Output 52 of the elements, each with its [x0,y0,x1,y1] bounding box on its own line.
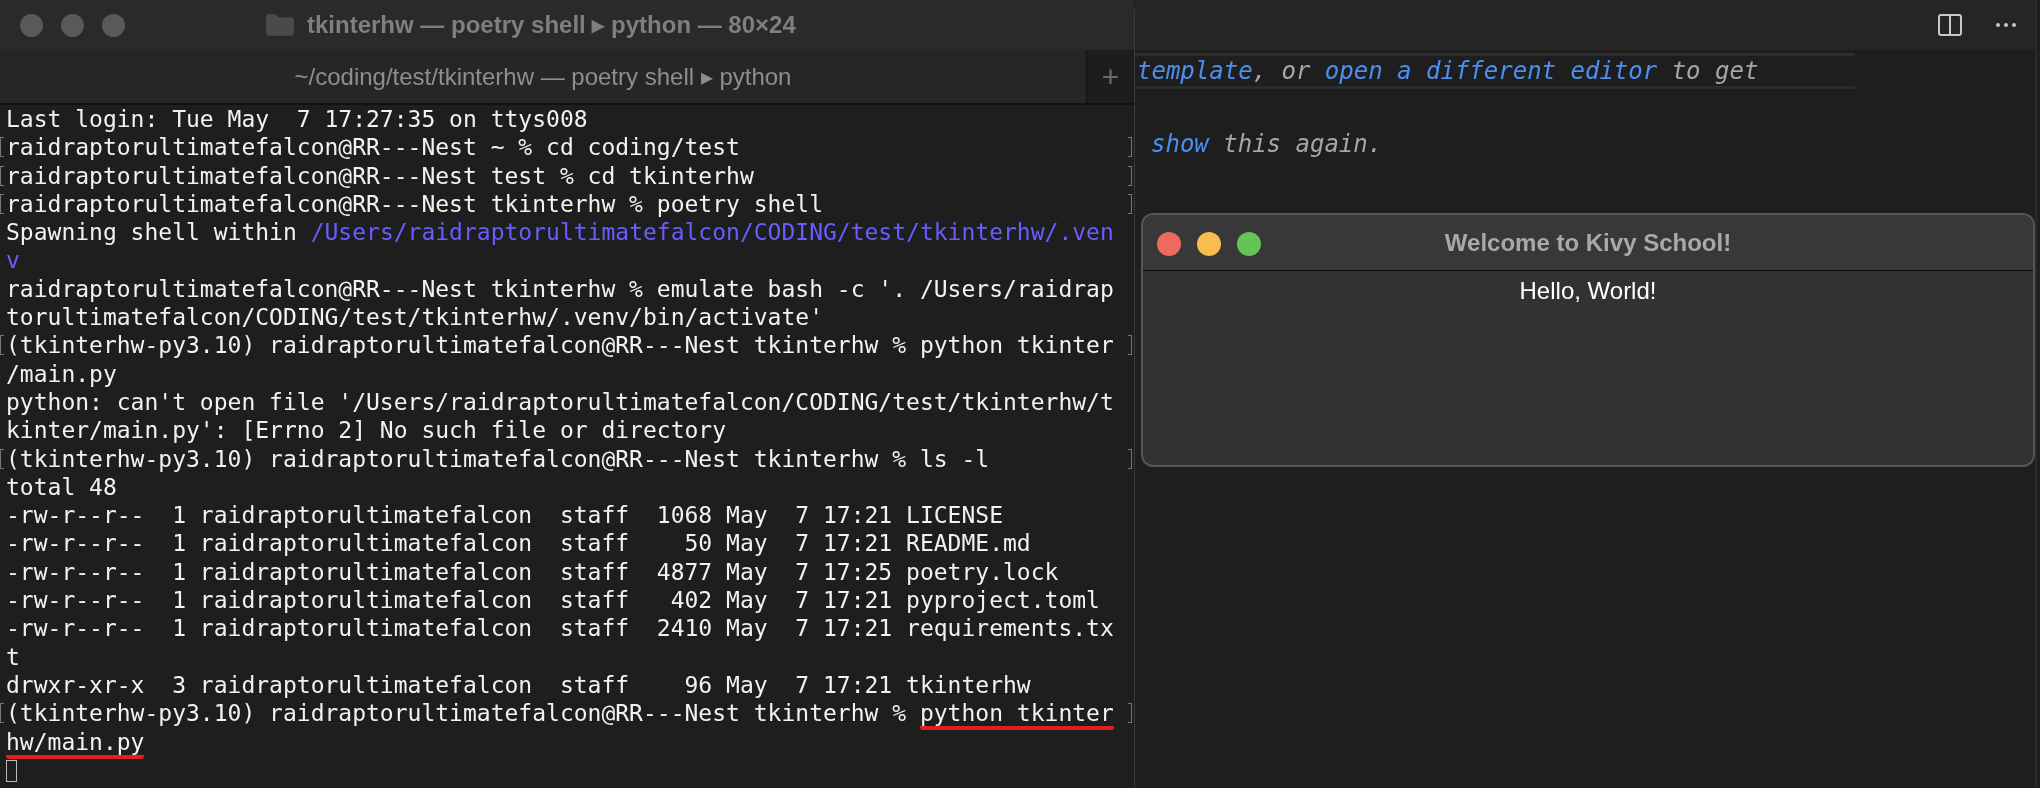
prompt-mark [0,448,4,469]
prompt-mark [1128,193,1132,214]
prompt-mark [1128,165,1132,186]
editor-text: to get [1670,57,1759,85]
terminal-text: raidraptorultimatefalcon@RR---Nest tkinterhw % emulate bash -c '. /Users/raidrap [6,275,1114,302]
terminal-text: raidraptorultimatefalcon@RR---Nest test % cd tkinterhw [6,162,754,189]
split-editor-icon[interactable] [1937,12,1963,38]
underlined-command: python tkinter [919,700,1114,731]
text-cursor [6,760,17,783]
zoom-button[interactable] [1237,232,1261,256]
close-button[interactable] [1157,232,1181,256]
terminal-text: (tkinterhw-py3.10) raidraptorultimatefalcon@RR---Nest tkinterhw % python tkinter [6,332,1114,359]
terminal-text: kinter/main.py': [Errno 2] No such file or directory [6,417,727,444]
terminal-text: -rw-r--r-- 1 raidraptorultimatefalcon staff 1068 May 7 17:21 LICENSE [6,502,1003,529]
terminal-text: torultimatefalcon/CODING/test/tkinterhw/.venv/bin/activate' [6,304,823,331]
terminal-tab[interactable]: ~/coding/test/tkinterhw — poetry shell ▸ python [0,50,1086,103]
folder-icon [265,13,295,37]
terminal-text: python: can't open file '/Users/raidraptorultimatefalcon/CODING/test/tkinterhw/t [6,388,1114,415]
prompt-mark [1128,703,1132,724]
prompt-mark [1128,335,1132,356]
terminal-text: drwxr-xr-x 3 raidraptorultimatefalcon staff 96 May 7 17:21 tkinterhw [6,671,1031,698]
editor-link[interactable]: open a different editor [1324,57,1658,85]
terminal-text: -rw-r--r-- 1 raidraptorultimatefalcon staff 50 May 7 17:21 README.md [6,530,1031,557]
terminal-text: raidraptorultimatefalcon@RR---Nest tkinterhw % poetry shell [6,190,823,217]
editor-text: , or [1252,57,1312,85]
minimize-button[interactable] [1197,232,1221,256]
new-tab-button[interactable]: + [1086,50,1134,103]
prompt-mark [0,703,4,724]
editor-text: this again. [1222,130,1383,158]
editor-link[interactable]: show [1151,130,1209,158]
terminal-text: total 48 [6,473,117,500]
window-title: Welcome to Kivy School! [1444,228,1732,257]
terminal-text: (tkinterhw-py3.10) raidraptorultimatefalcon@RR---Nest tkinterhw % ls -l [6,445,990,472]
terminal-text: raidraptorultimatefalcon@RR---Nest ~ % cd coding/test [6,134,740,161]
window-title: tkinterhw — poetry shell ▸ python — 80×24 [307,11,796,39]
terminal-text: t [6,643,20,670]
prompt-mark [0,165,4,186]
hello-label: Hello, World! [1519,277,1657,305]
terminal-text: Spawning shell within [6,219,298,246]
prompt-mark [0,335,4,356]
terminal-text: -rw-r--r-- 1 raidraptorultimatefalcon staff 402 May 7 17:21 pyproject.toml [6,587,1100,614]
underlined-command: hw/main.py [6,728,145,759]
prompt-mark [1128,448,1132,469]
terminal-text: Last login: Tue May 7 17:27:35 on ttys008 [6,106,588,132]
terminal-text: -rw-r--r-- 1 raidraptorultimatefalcon staff 2410 May 7 17:21 requirements.tx [6,615,1114,642]
terminal-text: /main.py [6,360,117,387]
prompt-mark [1128,137,1132,158]
prompt-mark [0,193,4,214]
terminal-text: (tkinterhw-py3.10) raidraptorultimatefalcon@RR---Nest tkinterhw % [6,700,908,727]
terminal-text: -rw-r--r-- 1 raidraptorultimatefalcon staff 4877 May 7 17:25 poetry.lock [6,558,1059,585]
editor-link[interactable]: template [1137,57,1253,85]
prompt-mark [0,137,4,158]
